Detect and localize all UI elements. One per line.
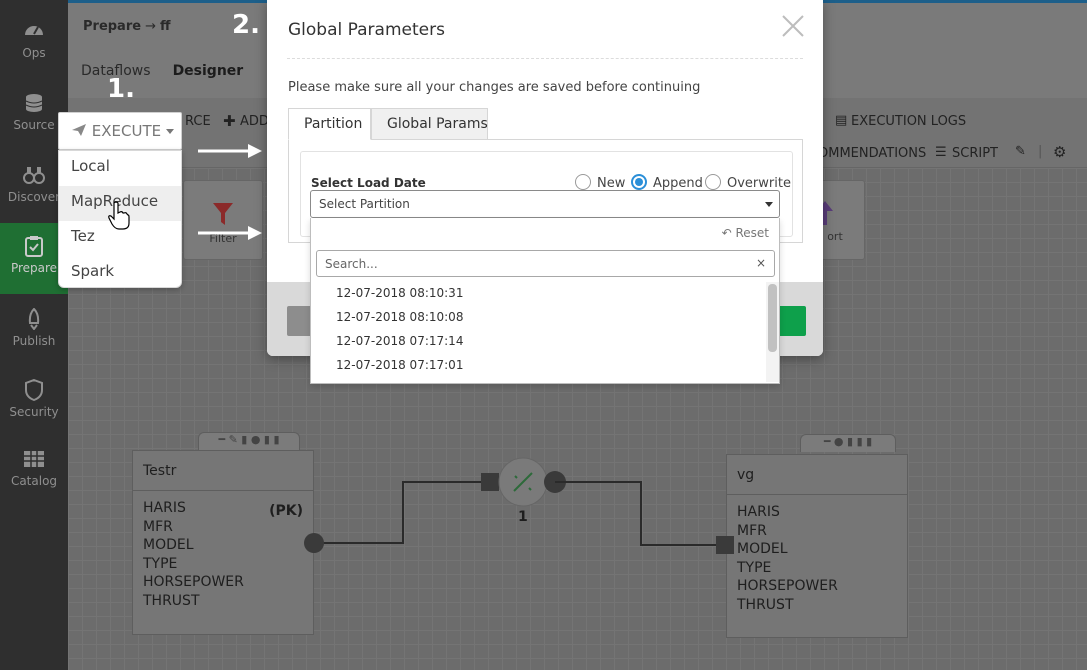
partition-select-placeholder: Select Partition [319,197,410,211]
sidebar-item-publish[interactable]: Publish [0,296,68,364]
reset-label: Reset [735,226,769,240]
grid-icon [24,451,44,467]
sidebar-item-label: Publish [12,334,56,348]
partition-dropdown: ↶ Reset Search... × 12-07-2018 08:10:31 … [310,218,780,384]
radio-circle-selected [631,174,647,190]
arrow-right-icon [198,226,262,240]
output-port[interactable] [304,533,324,553]
radio-circle [705,174,721,190]
join-input-port[interactable] [481,473,499,491]
partition-option[interactable]: 12-07-2018 07:17:14 [311,330,767,354]
radio-label: Overwrite [727,176,791,191]
clipboard-icon [25,236,43,257]
partition-options: 12-07-2018 08:10:31 12-07-2018 08:10:08 … [311,282,767,378]
partition-option[interactable]: 12-07-2018 08:10:31 [311,282,767,306]
radio-append[interactable]: Append [631,174,703,191]
sidebar: Ops Source Discover Prepare Publish Secu… [0,0,68,670]
shield-icon [25,379,43,401]
database-icon [25,94,43,112]
partition-option[interactable]: 12-07-2018 08:10:08 [311,306,767,330]
tab-global-params[interactable]: Global Params [371,108,488,140]
execute-button[interactable]: EXECUTE [58,112,182,150]
caret-down-icon [765,202,773,207]
partition-select[interactable]: Select Partition [310,190,780,218]
radio-overwrite[interactable]: Overwrite [705,174,791,191]
gauge-icon [25,26,43,35]
paper-plane-icon [72,124,86,136]
execute-label: EXECUTE [91,122,162,140]
radio-circle [575,174,591,190]
modal-title: Global Parameters [288,20,445,40]
binoculars-icon [23,167,45,184]
rocket-icon [28,308,40,330]
partition-option[interactable]: 12-07-2018 07:17:01 [311,354,767,378]
modal-note: Please make sure all your changes are sa… [288,80,701,95]
sidebar-item-catalog[interactable]: Catalog [0,436,68,504]
load-date-label: Select Load Date [311,176,426,190]
step-two-label: 2. [232,10,260,40]
radio-new[interactable]: New [575,174,625,191]
dropdown-scrollbar[interactable] [766,282,779,382]
sidebar-item-label: Ops [22,46,46,60]
sidebar-item-label: Catalog [10,474,58,488]
sidebar-item-ops[interactable]: Ops [0,8,68,76]
execute-option-local[interactable]: Local [59,151,181,186]
close-icon[interactable] [781,14,805,38]
clear-search-icon[interactable]: × [756,256,766,270]
search-placeholder: Search... [325,257,378,271]
hand-cursor-icon [108,201,130,230]
divider [287,58,803,59]
radio-label: Append [653,176,703,191]
radio-label: New [597,176,626,191]
undo-icon: ↶ [721,226,732,240]
execute-option-spark[interactable]: Spark [59,256,181,291]
join-label: 1 [518,509,528,525]
arrow-right-icon [198,144,262,158]
partition-search-input[interactable]: Search... × [316,250,775,277]
tab-partition[interactable]: Partition [288,108,371,140]
caret-down-icon [165,129,174,134]
sidebar-item-security[interactable]: Security [0,367,68,435]
reset-button[interactable]: ↶ Reset [722,226,769,240]
step-one-label: 1. [107,74,135,104]
scrollbar-thumb[interactable] [768,284,777,352]
sidebar-item-label: Security [9,405,59,419]
input-port[interactable] [716,536,734,554]
